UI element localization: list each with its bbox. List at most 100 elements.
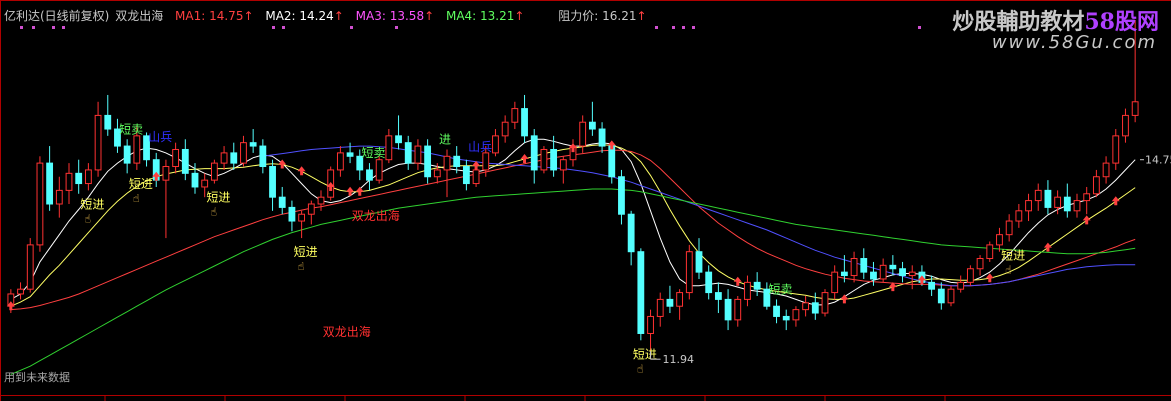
price-tag: 14.75 xyxy=(1145,154,1171,167)
candle-body-96 xyxy=(937,288,945,304)
candle-body-69 xyxy=(676,292,684,307)
candle-85 xyxy=(831,265,839,300)
candle-34 xyxy=(336,146,344,177)
candle-114 xyxy=(1112,129,1120,170)
annotation-buy-0: 短进 xyxy=(80,197,104,211)
candle-body-17 xyxy=(172,148,180,168)
candle-70 xyxy=(685,244,693,300)
hand-icon-5: ☝ xyxy=(1005,263,1012,276)
candle-65 xyxy=(637,248,645,341)
signal-dot-11 xyxy=(692,26,695,29)
candle-107 xyxy=(1044,180,1052,215)
candle-body-8 xyxy=(84,169,92,185)
candle-body-9 xyxy=(94,114,102,171)
candle-5 xyxy=(55,176,63,218)
ma1-value: MA1: 14.75 xyxy=(175,9,244,23)
candle-body-76 xyxy=(744,281,751,300)
annotation-shanbing-11: 山兵 xyxy=(468,140,492,154)
candle-30 xyxy=(298,210,306,239)
annotation-shuanglong2-13: 双龙出海 xyxy=(323,324,371,339)
signal-dot-12 xyxy=(918,26,921,29)
candlestick-chart[interactable]: 短进☝短进☝短进☝短进☝短进☝短进☝短卖短卖短卖进山兵山兵双龙出海双龙出海14.… xyxy=(0,0,1171,401)
ma2-arrow: ↑ xyxy=(333,9,344,23)
candle-body-82 xyxy=(802,302,810,311)
indicator-name: 双龙出海 xyxy=(115,9,164,23)
candle-111 xyxy=(1083,186,1091,215)
candle-64 xyxy=(627,210,635,266)
candle-3 xyxy=(36,156,44,252)
candle-body-72 xyxy=(705,271,713,294)
candle-99 xyxy=(966,265,974,286)
candle-4 xyxy=(46,146,54,211)
candle-body-84 xyxy=(821,292,829,314)
candle-body-48 xyxy=(472,169,480,185)
candle-body-97 xyxy=(947,288,955,304)
low-tag: 11.94 xyxy=(663,353,695,366)
candle-100 xyxy=(976,255,984,276)
candle-113 xyxy=(1102,156,1110,184)
candle-body-53 xyxy=(521,108,528,137)
candle-body-80 xyxy=(782,315,790,321)
candle-body-30 xyxy=(298,213,306,222)
ma5-line xyxy=(10,188,1136,375)
candle-body-41 xyxy=(404,142,412,164)
candle-12 xyxy=(123,139,131,174)
candle-body-18 xyxy=(181,148,189,174)
candle-103 xyxy=(1005,214,1013,242)
candle-body-112 xyxy=(1092,176,1100,195)
candle-10 xyxy=(104,94,112,136)
candle-body-28 xyxy=(278,196,286,208)
signal-dot-4 xyxy=(272,26,275,29)
candle-77 xyxy=(753,272,761,296)
candle-body-25 xyxy=(249,142,257,147)
candle-37 xyxy=(366,163,373,191)
candle-47 xyxy=(462,159,470,191)
candle-26 xyxy=(259,139,267,174)
candle-66 xyxy=(647,309,654,352)
candle-body-93 xyxy=(908,271,916,277)
signal-dot-8 xyxy=(655,26,658,29)
candle-body-47 xyxy=(462,166,470,185)
candle-body-27 xyxy=(269,166,276,198)
candle-90 xyxy=(879,258,887,283)
candle-body-61 xyxy=(598,128,606,147)
candle-body-73 xyxy=(714,292,722,300)
candle-body-39 xyxy=(385,135,393,161)
candle-16 xyxy=(162,159,170,239)
candle-body-70 xyxy=(685,251,693,294)
candle-body-19 xyxy=(191,172,199,188)
signal-dot-1 xyxy=(32,26,35,29)
annotation-buy-2: 短进 xyxy=(294,245,318,259)
candle-32 xyxy=(317,190,325,211)
candle-body-67 xyxy=(656,298,664,317)
candle-31 xyxy=(307,200,315,225)
signal-dot-5 xyxy=(282,26,285,29)
hand-icon-3: ☝ xyxy=(133,192,140,205)
candle-51 xyxy=(501,115,509,143)
annotation-buy-1: 短进 xyxy=(206,191,230,205)
candle-76 xyxy=(744,275,751,307)
signal-arrow-15 xyxy=(985,273,994,283)
candle-body-74 xyxy=(724,298,732,321)
annotation-sell-9: 进 xyxy=(439,132,451,146)
candle-6 xyxy=(65,163,73,204)
ma3-arrow: ↑ xyxy=(424,9,435,23)
candle-body-63 xyxy=(618,176,625,215)
candle-body-98 xyxy=(957,281,965,290)
candle-body-88 xyxy=(860,258,868,273)
annotation-sell-7: 短卖 xyxy=(361,146,385,160)
candle-39 xyxy=(385,129,393,164)
signal-dot-0 xyxy=(20,26,23,29)
candle-109 xyxy=(1063,183,1071,218)
candle-body-44 xyxy=(433,169,441,178)
candle-82 xyxy=(802,296,810,317)
candle-body-103 xyxy=(1005,220,1013,236)
candle-body-81 xyxy=(792,309,800,321)
candle-40 xyxy=(395,115,402,150)
signal-dot-2 xyxy=(52,26,55,29)
candle-75 xyxy=(734,296,742,327)
candle-24 xyxy=(240,135,247,167)
candle-body-64 xyxy=(627,213,635,253)
candle-body-32 xyxy=(317,196,325,205)
candle-body-101 xyxy=(986,244,994,260)
